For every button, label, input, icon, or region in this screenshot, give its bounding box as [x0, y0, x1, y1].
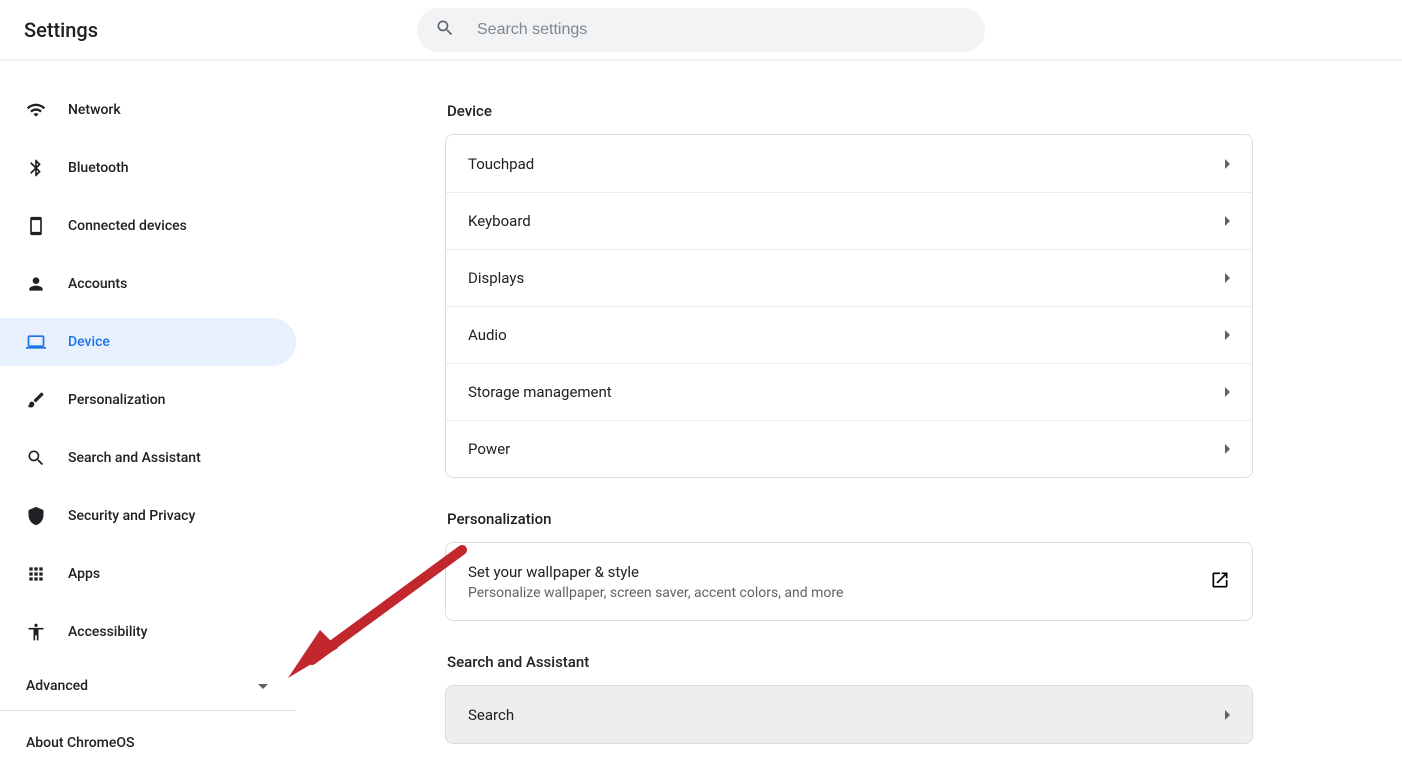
sidebar-item-label: Connected devices	[68, 218, 187, 234]
sidebar-item-search-assistant[interactable]: Search and Assistant	[0, 434, 296, 482]
search-assistant-card: Search	[445, 685, 1253, 744]
chevron-right-icon	[1225, 273, 1230, 283]
sidebar-item-network[interactable]: Network	[0, 86, 296, 134]
sidebar-item-apps[interactable]: Apps	[0, 550, 296, 598]
row-storage[interactable]: Storage management	[446, 363, 1252, 420]
sidebar-item-label: Accessibility	[68, 624, 147, 640]
accessibility-icon	[26, 622, 46, 642]
person-icon	[26, 274, 46, 294]
chevron-right-icon	[1225, 159, 1230, 169]
network-wifi-icon	[26, 100, 46, 120]
device-card: Touchpad Keyboard Displays Audio Storage…	[445, 134, 1253, 478]
devices-icon	[26, 216, 46, 236]
chevron-right-icon	[1225, 216, 1230, 226]
row-power[interactable]: Power	[446, 420, 1252, 477]
section-title-personalization: Personalization	[447, 510, 1253, 528]
advanced-label: Advanced	[26, 678, 88, 694]
row-label: Keyboard	[468, 212, 531, 230]
row-label: Storage management	[468, 383, 612, 401]
sidebar-item-label: Network	[68, 102, 121, 118]
sidebar-item-label: Apps	[68, 566, 100, 582]
row-displays[interactable]: Displays	[446, 249, 1252, 306]
row-audio[interactable]: Audio	[446, 306, 1252, 363]
row-touchpad[interactable]: Touchpad	[446, 135, 1252, 192]
search-input[interactable]	[477, 21, 967, 39]
chevron-right-icon	[1225, 710, 1230, 720]
row-wallpaper-style[interactable]: Set your wallpaper & style Personalize w…	[446, 543, 1252, 620]
sidebar-item-label: Accounts	[68, 276, 127, 292]
chevron-right-icon	[1225, 330, 1230, 340]
sidebar-item-label: Search and Assistant	[68, 450, 201, 466]
search-icon	[26, 448, 46, 468]
personalization-card: Set your wallpaper & style Personalize w…	[445, 542, 1253, 621]
sidebar-item-label: Device	[68, 334, 110, 350]
sidebar-item-label: Security and Privacy	[68, 508, 195, 524]
row-label: Touchpad	[468, 155, 534, 173]
row-keyboard[interactable]: Keyboard	[446, 192, 1252, 249]
chevron-down-icon	[258, 684, 268, 689]
sidebar-item-security-privacy[interactable]: Security and Privacy	[0, 492, 296, 540]
section-title-search-assistant: Search and Assistant	[447, 653, 1253, 671]
row-primary: Set your wallpaper & style	[468, 563, 843, 581]
sidebar: Network Bluetooth Connected devices Acco…	[0, 60, 296, 771]
search-icon	[435, 18, 455, 42]
sidebar-item-label: Personalization	[68, 392, 165, 408]
row-label: Power	[468, 440, 510, 458]
row-label: Displays	[468, 269, 524, 287]
sidebar-advanced-toggle[interactable]: Advanced	[0, 662, 296, 710]
row-label: Search	[468, 706, 514, 724]
sidebar-item-device[interactable]: Device	[0, 318, 296, 366]
content-area: Device Touchpad Keyboard Displays Audio	[296, 60, 1402, 771]
shield-icon	[26, 506, 46, 526]
bluetooth-icon	[26, 158, 46, 178]
laptop-icon	[26, 332, 46, 352]
chevron-right-icon	[1225, 444, 1230, 454]
sidebar-item-bluetooth[interactable]: Bluetooth	[0, 144, 296, 192]
sidebar-item-personalization[interactable]: Personalization	[0, 376, 296, 424]
sidebar-item-label: Bluetooth	[68, 160, 129, 176]
apps-icon	[26, 564, 46, 584]
section-title-device: Device	[447, 102, 1253, 120]
header: Settings	[0, 0, 1402, 60]
sidebar-item-accounts[interactable]: Accounts	[0, 260, 296, 308]
brush-icon	[26, 390, 46, 410]
search-field[interactable]	[417, 8, 985, 52]
page-title: Settings	[24, 18, 98, 42]
chevron-right-icon	[1225, 387, 1230, 397]
sidebar-item-accessibility[interactable]: Accessibility	[0, 608, 296, 656]
sidebar-item-connected-devices[interactable]: Connected devices	[0, 202, 296, 250]
about-label: About ChromeOS	[26, 735, 134, 751]
sidebar-item-about[interactable]: About ChromeOS	[0, 719, 296, 767]
row-secondary: Personalize wallpaper, screen saver, acc…	[468, 585, 843, 601]
open-external-icon	[1210, 570, 1230, 594]
row-search[interactable]: Search	[446, 686, 1252, 743]
row-label: Audio	[468, 326, 507, 344]
divider	[0, 710, 296, 711]
